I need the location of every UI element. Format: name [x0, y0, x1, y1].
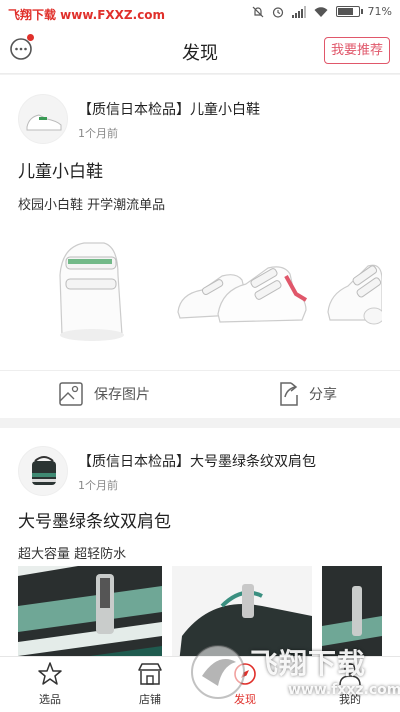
mute-icon [252, 6, 263, 17]
status-icons: 71% [252, 5, 392, 18]
tab-mine[interactable]: 我的 [310, 661, 390, 707]
product-image[interactable] [322, 566, 382, 656]
post-subline: 校园小白鞋 开学潮流单品 [18, 198, 166, 213]
post-headline: 儿童小白鞋 [18, 162, 103, 182]
share-button[interactable]: 分享 [273, 381, 337, 407]
discover-icon [234, 663, 256, 685]
shoe-thumbnail-icon [26, 114, 62, 131]
tab-products[interactable]: 选品 [10, 661, 90, 707]
post-avatar[interactable] [18, 446, 68, 496]
product-image[interactable] [52, 235, 132, 345]
tab-label: 我的 [339, 693, 361, 706]
watermark-text: 飞翔下载 www.FXXZ.com [8, 8, 166, 22]
alarm-icon [272, 6, 283, 18]
user-icon [339, 663, 361, 686]
status-bar: 飞翔下载 www.FXXZ.com 71% [0, 0, 400, 28]
save-image-label: 保存图片 [94, 387, 150, 403]
tab-store[interactable]: 店铺 [110, 661, 190, 707]
star-icon [38, 662, 62, 685]
store-icon [138, 663, 162, 685]
discover-feed[interactable]: 【质信日本检品】儿童小白鞋 1个月前 儿童小白鞋 校园小白鞋 开学潮流单品 保存… [0, 75, 400, 656]
tab-label: 店铺 [139, 693, 161, 706]
post-headline: 大号墨绿条纹双肩包 [18, 512, 171, 532]
battery-icon [335, 6, 363, 17]
product-image[interactable] [322, 250, 382, 330]
recommend-button[interactable]: 我要推荐 [323, 37, 390, 64]
tab-discover[interactable]: 发现 [205, 661, 285, 707]
signal-icon [291, 5, 306, 18]
post-subline: 超大容量 超轻防水 [18, 547, 127, 562]
post-avatar[interactable] [18, 94, 68, 144]
share-icon [280, 382, 298, 406]
share-label: 分享 [309, 387, 337, 403]
image-save-icon [59, 382, 83, 406]
save-image-button[interactable]: 保存图片 [58, 381, 150, 407]
post-action-bar: 保存图片 分享 [0, 370, 400, 418]
tab-label: 选品 [39, 693, 61, 706]
tab-label: 发现 [234, 693, 256, 706]
product-image[interactable] [18, 566, 162, 656]
product-image[interactable] [172, 250, 312, 330]
post-card[interactable]: 【质信日本检品】大号墨绿条纹双肩包 1个月前 大号墨绿条纹双肩包 超大容量 超轻… [0, 428, 400, 656]
product-image[interactable] [172, 566, 312, 656]
post-title[interactable]: 【质信日本检品】儿童小白鞋 [78, 99, 260, 119]
battery-fill [337, 8, 354, 15]
bottom-tab-bar: 选品 店铺 发现 我的 [0, 656, 400, 712]
post-card[interactable]: 【质信日本检品】儿童小白鞋 1个月前 儿童小白鞋 校园小白鞋 开学潮流单品 保存… [0, 75, 400, 418]
backpack-thumbnail-icon [32, 456, 56, 485]
battery-text: 71% [367, 5, 392, 18]
wifi-icon [314, 6, 328, 17]
post-title[interactable]: 【质信日本检品】大号墨绿条纹双肩包 [78, 451, 316, 471]
post-time: 1个月前 [78, 479, 118, 492]
post-time: 1个月前 [78, 127, 118, 140]
app-header: 发现 我要推荐 [0, 28, 400, 74]
